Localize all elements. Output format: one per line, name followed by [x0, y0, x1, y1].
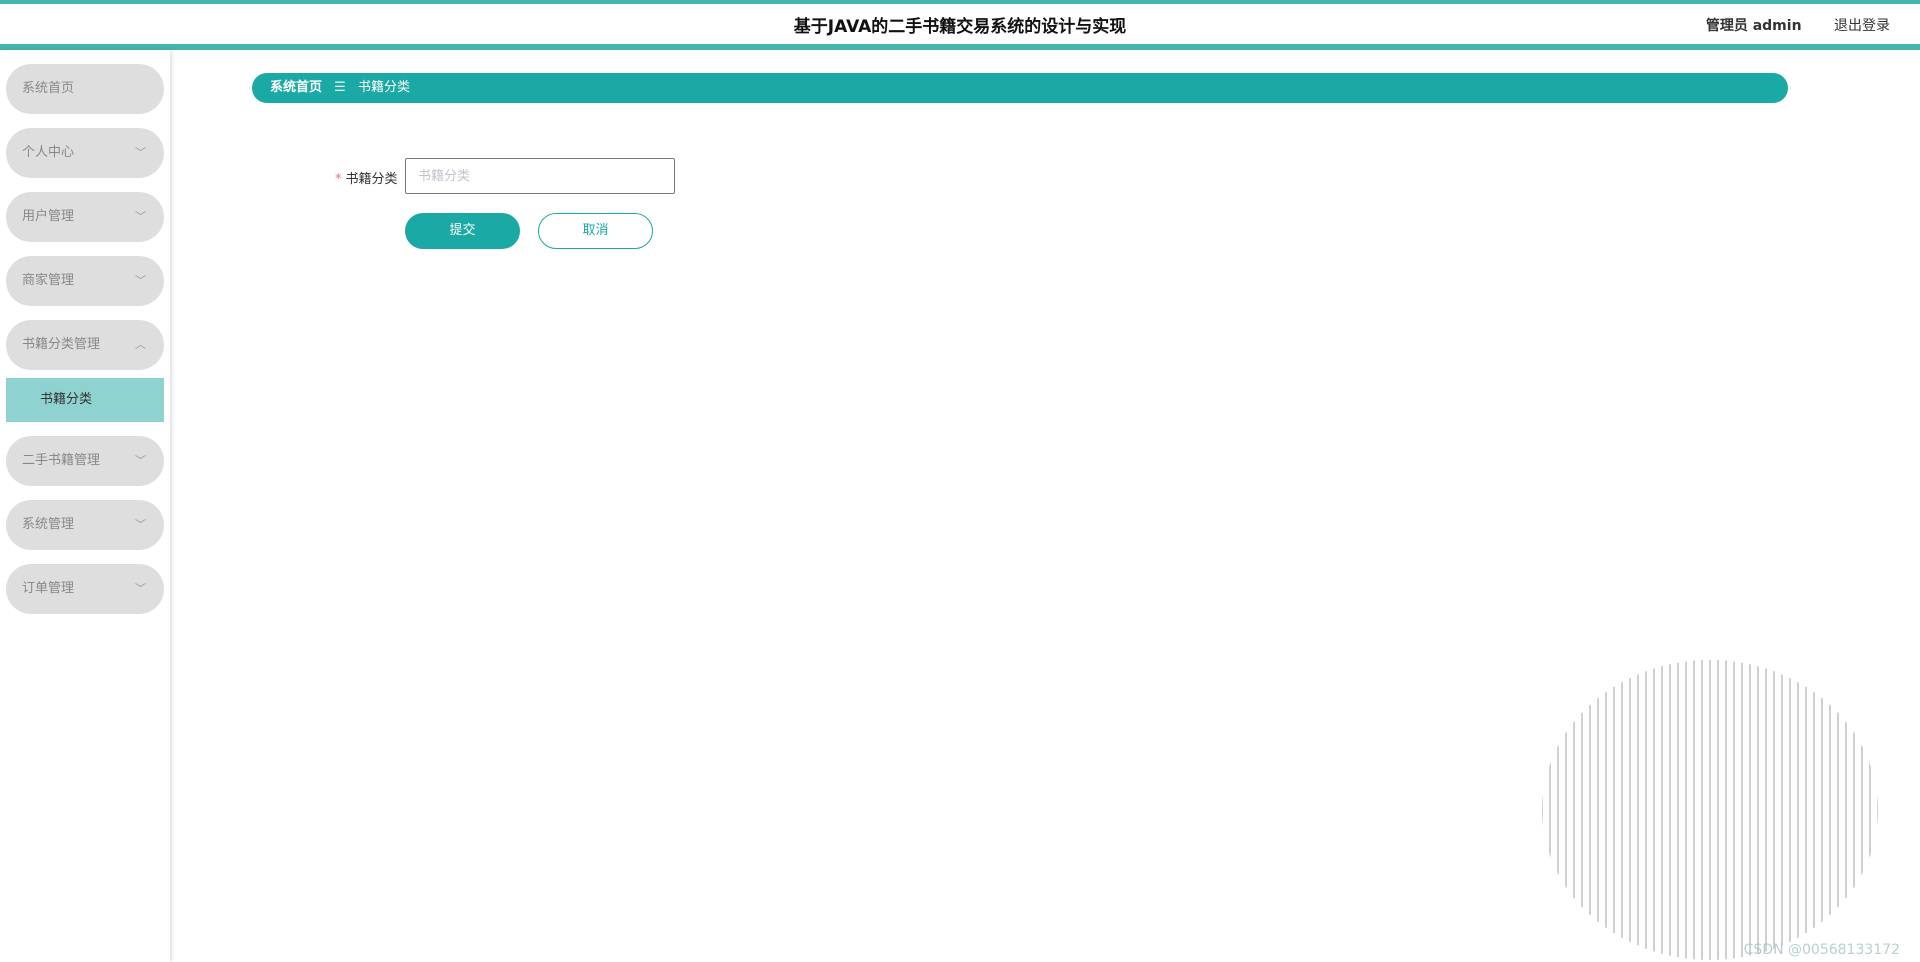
- chevron-up-icon: ︿: [135, 338, 146, 351]
- sidebar-item-label: 系统首页: [22, 81, 75, 96]
- chevron-down-icon: ﹀: [135, 274, 146, 287]
- breadcrumb-home[interactable]: 系统首页: [270, 80, 322, 95]
- sidebar-item-user-management[interactable]: 用户管理 ﹀: [6, 192, 164, 242]
- submit-button[interactable]: 提交: [405, 213, 520, 249]
- sidebar-subitem-label: 书籍分类: [40, 392, 93, 407]
- cancel-button[interactable]: 取消: [538, 213, 653, 249]
- current-user: 管理员 admin: [1705, 18, 1802, 34]
- sidebar-menu: 系统首页 个人中心 ﹀ 用户管理 ﹀ 商家管理 ﹀ 书籍分类管理 ︿ 书籍分类 …: [0, 50, 170, 614]
- user-area: 管理员 admin 退出登录: [1706, 15, 1890, 35]
- required-mark: *: [335, 172, 342, 187]
- top-header: 基于JAVA的二手书籍交易系统的设计与实现 管理员 admin 退出登录: [0, 0, 1920, 50]
- decorative-circle: [1542, 660, 1878, 960]
- sidebar-item-label: 商家管理: [22, 273, 75, 288]
- menu-icon: ☰: [334, 80, 346, 95]
- app-title: 基于JAVA的二手书籍交易系统的设计与实现: [793, 17, 1127, 37]
- book-category-label-text: 书籍分类: [345, 172, 398, 187]
- sidebar-item-system-management[interactable]: 系统管理 ﹀: [6, 500, 164, 550]
- chevron-down-icon: ﹀: [135, 146, 146, 159]
- sidebar-item-home[interactable]: 系统首页: [6, 64, 164, 114]
- breadcrumb: 系统首页 ☰ 书籍分类: [252, 73, 1788, 103]
- chevron-down-icon: ﹀: [135, 582, 146, 595]
- sidebar-item-used-book-management[interactable]: 二手书籍管理 ﹀: [6, 436, 164, 486]
- sidebar-item-label: 书籍分类管理: [22, 337, 101, 352]
- watermark-text: CSDN @00568133172: [1743, 942, 1900, 958]
- sidebar-item-label: 系统管理: [22, 517, 75, 532]
- chevron-down-icon: ﹀: [135, 518, 146, 531]
- sidebar-item-label: 个人中心: [22, 145, 75, 160]
- chevron-down-icon: ﹀: [135, 210, 146, 223]
- sidebar-item-order-management[interactable]: 订单管理 ﹀: [6, 564, 164, 614]
- sidebar: 系统首页 个人中心 ﹀ 用户管理 ﹀ 商家管理 ﹀ 书籍分类管理 ︿ 书籍分类 …: [0, 50, 170, 962]
- sidebar-item-label: 用户管理: [22, 209, 75, 224]
- logout-link[interactable]: 退出登录: [1834, 18, 1890, 34]
- sidebar-item-book-category-management[interactable]: 书籍分类管理 ︿: [6, 320, 164, 370]
- chevron-down-icon: ﹀: [135, 454, 146, 467]
- sidebar-item-label: 订单管理: [22, 581, 75, 596]
- book-category-label: * 书籍分类: [335, 168, 398, 187]
- sidebar-item-personal-center[interactable]: 个人中心 ﹀: [6, 128, 164, 178]
- book-category-input[interactable]: [405, 158, 675, 194]
- sidebar-item-label: 二手书籍管理: [22, 453, 101, 468]
- breadcrumb-current: 书籍分类: [357, 80, 410, 95]
- sidebar-subitem-book-category[interactable]: 书籍分类: [6, 378, 164, 422]
- sidebar-item-merchant-management[interactable]: 商家管理 ﹀: [6, 256, 164, 306]
